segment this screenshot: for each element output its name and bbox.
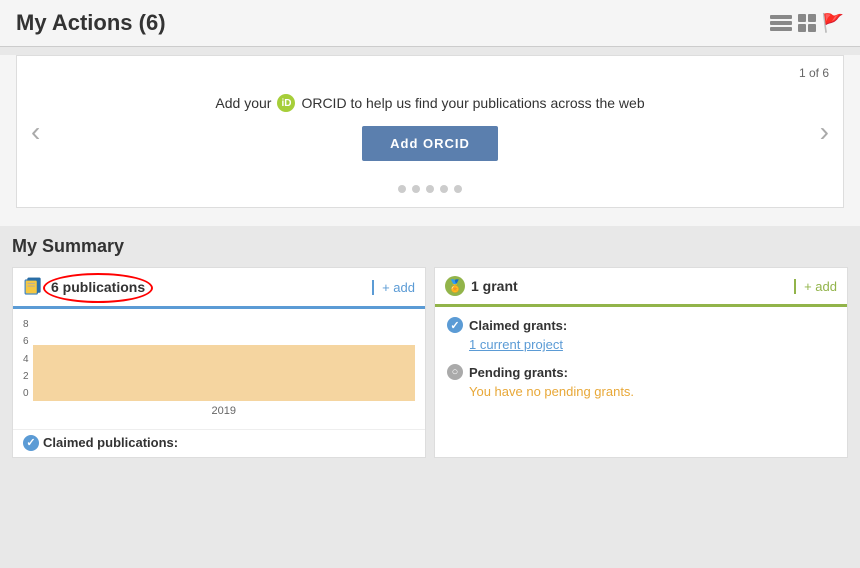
header-actions: 🚩 [770,13,844,34]
add-orcid-button[interactable]: Add ORCID [362,126,498,161]
carousel-wrapper: 1 of 6 ‹ › Add your iD ORCID to help us … [16,55,844,208]
publications-header-text: 6 publications [51,279,145,295]
carousel-dot-1[interactable] [398,185,406,193]
claimed-grants-item: ✓ Claimed grants: 1 current project [447,317,835,352]
claimed-grants-label: Claimed grants: [469,318,567,333]
carousel-text-pre: Add your [215,95,271,111]
grants-card: 🏅 1 grant + add ✓ Claimed grants: 1 curr… [434,267,848,458]
claimed-check-icon: ✓ [23,435,39,451]
claimed-grants-title: ✓ Claimed grants: [447,317,835,333]
grid-view-icon[interactable] [798,14,816,32]
publications-card: 6 publications + add 8 6 4 2 0 [12,267,426,458]
carousel-dot-5[interactable] [454,185,462,193]
bar-container [33,321,415,401]
pending-grants-label: Pending grants: [469,365,568,380]
publications-icon [23,276,45,298]
grants-card-header-left: 🏅 1 grant [445,276,518,296]
y-label-4: 4 [23,354,29,365]
carousel-dot-2[interactable] [412,185,420,193]
publications-card-header-left: 6 publications [23,276,145,298]
grants-card-content: ✓ Claimed grants: 1 current project ○ Pe… [435,307,847,421]
list-view-icon[interactable] [770,15,792,31]
grants-icon: 🏅 [445,276,465,296]
current-project-link[interactable]: 1 current project [469,337,835,352]
claimed-grants-check-icon: ✓ [447,317,463,333]
page-title: My Actions (6) [16,10,166,36]
summary-title: My Summary [12,236,848,257]
carousel-content: Add your iD ORCID to help us find your p… [17,84,843,177]
publications-count-label: 6 publications [51,279,145,295]
no-pending-grants-text: You have no pending grants. [469,384,835,399]
carousel-dot-4[interactable] [440,185,448,193]
grants-add-link[interactable]: + add [794,279,837,294]
pending-grants-item: ○ Pending grants: You have no pending gr… [447,364,835,399]
carousel-dot-3[interactable] [426,185,434,193]
carousel-next-button[interactable]: › [810,116,839,148]
y-label-2: 2 [23,371,29,382]
chart-bar-2019 [33,345,415,401]
flag-icon[interactable]: 🚩 [822,13,844,34]
pending-grants-icon: ○ [447,364,463,380]
chart-x-label: 2019 [33,405,415,417]
y-label-6: 6 [23,336,29,347]
carousel-text: Add your iD ORCID to help us find your p… [215,94,644,112]
carousel-dots [17,185,843,193]
chart-bars-container: 2019 [33,317,415,417]
carousel-section: 1 of 6 ‹ › Add your iD ORCID to help us … [0,55,860,226]
y-label-8: 8 [23,319,29,330]
claimed-pubs-row: ✓ Claimed publications: [23,435,178,451]
orcid-logo-icon: iD [277,94,295,112]
grants-card-header: 🏅 1 grant + add [435,268,847,307]
grants-header-text: 1 grant [471,278,518,294]
carousel-text-post: ORCID to help us find your publications … [301,95,644,111]
carousel-prev-button[interactable]: ‹ [21,116,50,148]
publications-card-header: 6 publications + add [13,268,425,309]
publications-add-link[interactable]: + add [372,280,415,295]
publications-chart: 8 6 4 2 0 2019 [13,309,425,429]
claimed-pubs-text: Claimed publications: [43,435,178,450]
pending-grants-title: ○ Pending grants: [447,364,835,380]
chart-y-labels: 8 6 4 2 0 [23,319,33,399]
summary-section: My Summary 6 [0,226,860,458]
y-label-0: 0 [23,388,29,399]
claimed-publications-label: ✓ Claimed publications: [13,429,425,457]
summary-cards: 6 publications + add 8 6 4 2 0 [12,267,848,458]
carousel-counter: 1 of 6 [17,66,843,80]
header: My Actions (6) 🚩 [0,0,860,47]
